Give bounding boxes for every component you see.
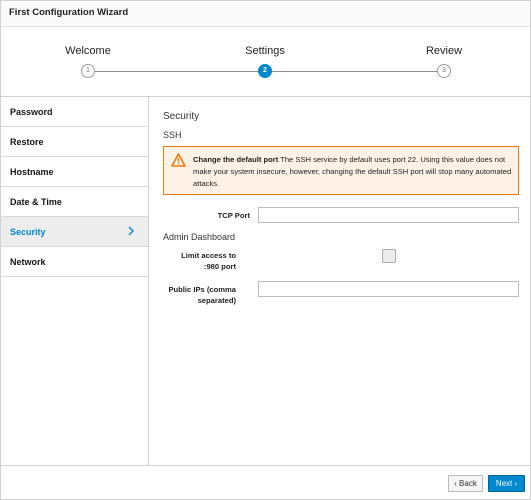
- limit-access-label: Limit access to :980 port: [181, 251, 236, 271]
- sidebar-item-label: Security: [10, 227, 46, 237]
- page-title: Security: [163, 111, 200, 122]
- sidebar-item-label: Password: [10, 107, 53, 117]
- sidebar-item-restore[interactable]: Restore: [1, 127, 148, 157]
- sidebar-item-network[interactable]: Network: [1, 247, 148, 277]
- sidebar-item-date-time[interactable]: Date & Time: [1, 187, 148, 217]
- back-button-label: Back: [459, 479, 477, 488]
- limit-access-checkbox[interactable]: [382, 249, 396, 263]
- sidebar-item-label: Hostname: [10, 167, 54, 177]
- wizard-steps: Welcome 1 Settings 2 Review 3: [1, 27, 530, 97]
- tcp-port-label: TCP Port: [217, 211, 250, 220]
- alert-title: Change the default port: [193, 155, 279, 164]
- step-circle-welcome[interactable]: 1: [81, 64, 95, 78]
- wizard-dialog: First Configuration Wizard Welcome 1 Set…: [0, 0, 531, 500]
- step-connector: [88, 71, 265, 72]
- sidebar-item-password[interactable]: Password: [1, 97, 148, 127]
- next-button-label: Next: [495, 479, 513, 488]
- public-ips-input[interactable]: [258, 281, 519, 297]
- step-circle-settings[interactable]: 2: [258, 64, 272, 78]
- tcp-port-input[interactable]: [258, 207, 519, 223]
- step-connector: [265, 71, 443, 72]
- sidebar-item-label: Restore: [10, 137, 44, 147]
- main-panel: Security SSH Change the default port The…: [150, 97, 530, 465]
- admin-dashboard-heading: Admin Dashboard: [163, 232, 236, 242]
- warning-icon: [171, 153, 186, 167]
- alert-text: Change the default port The SSH service …: [193, 154, 513, 190]
- step-label-welcome: Welcome: [65, 45, 111, 57]
- wizard-footer: ‹ Back Next ›: [1, 465, 530, 499]
- next-button[interactable]: Next ›: [488, 475, 525, 492]
- step-label-settings: Settings: [245, 45, 285, 57]
- sidebar-item-label: Network: [10, 257, 46, 267]
- step-circle-review[interactable]: 3: [437, 64, 451, 78]
- warning-alert: Change the default port The SSH service …: [163, 146, 519, 195]
- sidebar: Password Restore Hostname Date & Time Se…: [1, 97, 149, 465]
- public-ips-label: Public IPs (comma separated): [168, 285, 236, 305]
- window-title: First Configuration Wizard: [9, 7, 129, 18]
- title-bar: First Configuration Wizard: [1, 1, 530, 27]
- step-label-review: Review: [425, 45, 463, 57]
- chevron-right-icon: [128, 226, 134, 236]
- back-button[interactable]: ‹ Back: [448, 475, 483, 492]
- sidebar-item-label: Date & Time: [10, 197, 62, 207]
- sidebar-item-security[interactable]: Security: [1, 217, 148, 247]
- ssh-heading: SSH: [163, 130, 182, 140]
- sidebar-item-hostname[interactable]: Hostname: [1, 157, 148, 187]
